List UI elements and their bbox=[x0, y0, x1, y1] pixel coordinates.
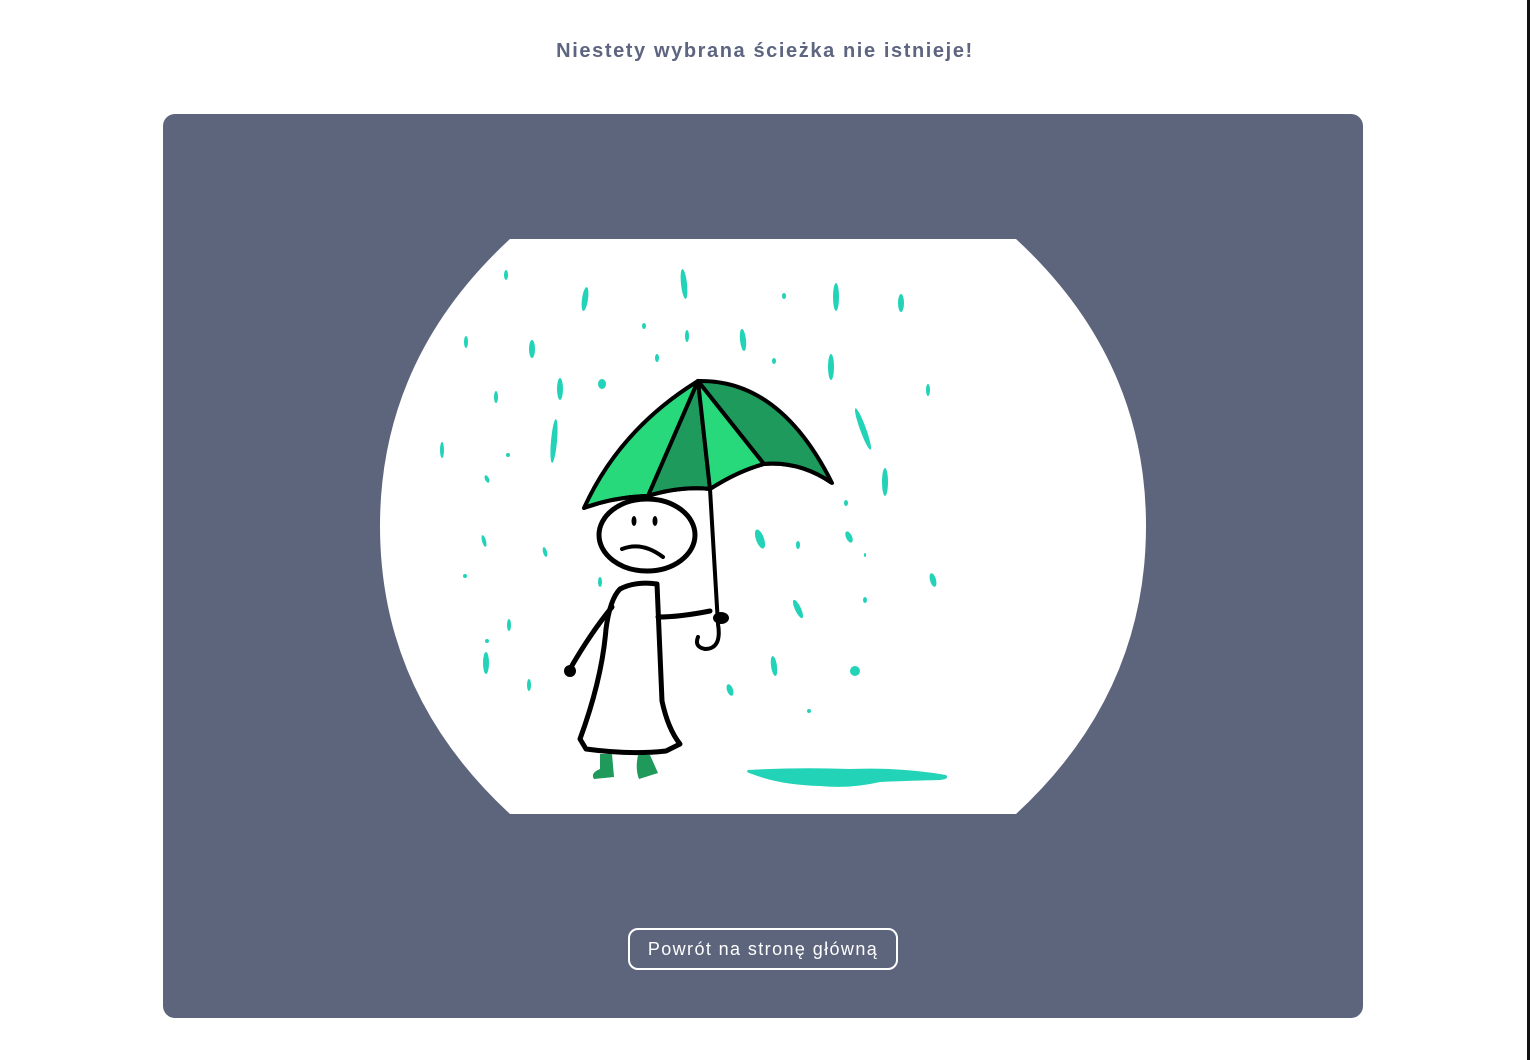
content-panel: Powrót na stronę główną bbox=[163, 114, 1363, 1018]
page-title: Niestety wybrana ścieżka nie istnieje! bbox=[556, 40, 974, 62]
sad-person-umbrella-illustration bbox=[380, 239, 1146, 814]
sad-face-head bbox=[596, 496, 698, 574]
back-to-home-button[interactable]: Powrót na stronę główną bbox=[628, 928, 898, 970]
illustration-backdrop bbox=[380, 239, 1146, 814]
not-found-page: Niestety wybrana ścieżka nie istnieje! P… bbox=[0, 0, 1530, 1060]
